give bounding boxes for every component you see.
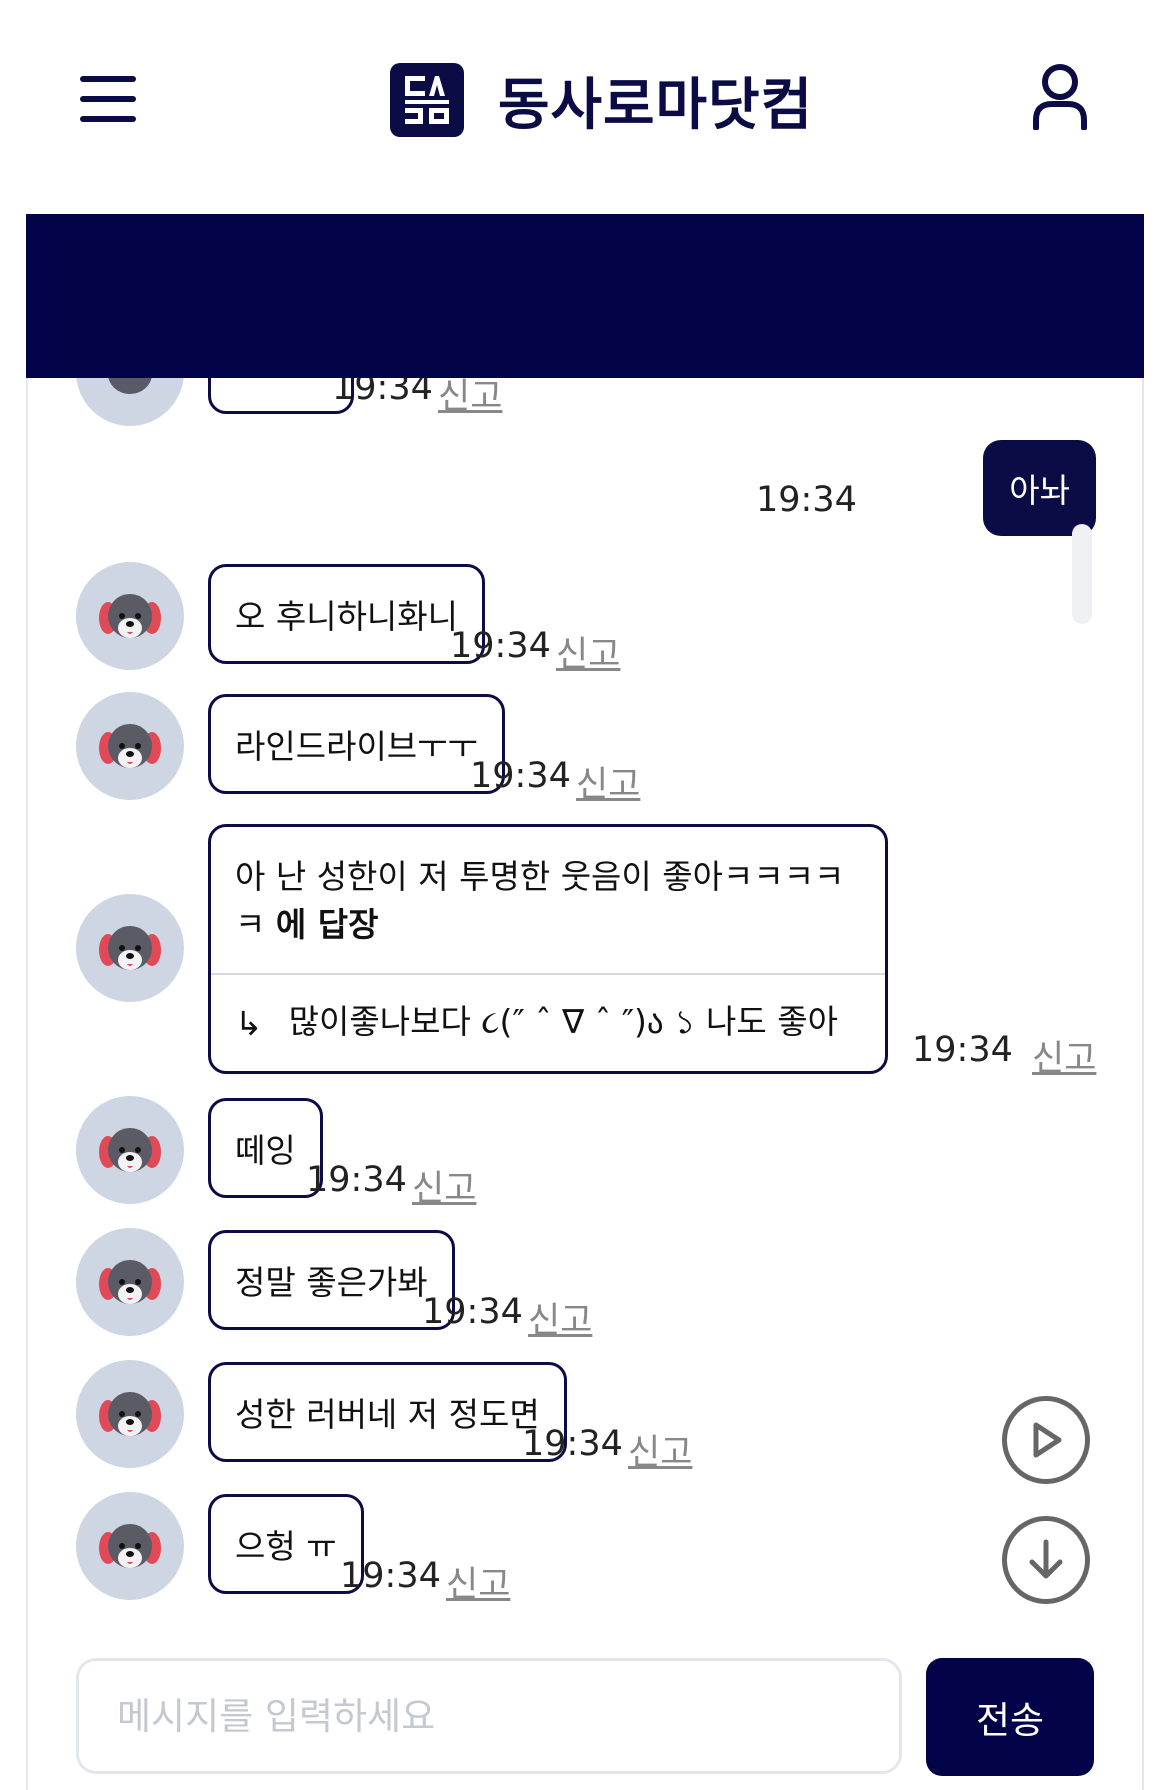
message-bubble: 라인드라이브ㅜㅜ	[208, 694, 505, 794]
quoted-text: 아 난 성한이 저 투명한 웃음이 좋아ㅋㅋㅋㅋ	[235, 857, 845, 896]
quoted-message: 아 난 성한이 저 투명한 웃음이 좋아ㅋㅋㅋㅋ ㅋ 에 답장	[211, 827, 885, 975]
list-item: 19:34 신고	[26, 378, 1144, 438]
report-link[interactable]: 신고	[628, 1424, 692, 1475]
list-item: 19:34 아놔	[26, 436, 1144, 536]
play-button[interactable]	[1002, 1396, 1090, 1484]
report-link[interactable]: 신고	[528, 1292, 592, 1343]
app-header: 동사로마닷컴	[0, 0, 1170, 200]
message-time: 19:34	[522, 1424, 623, 1464]
top-banner	[26, 214, 1144, 378]
list-item: 으헝 ㅠ 19:34 신고	[26, 1492, 1144, 1605]
avatar[interactable]	[76, 692, 184, 800]
arrow-down-icon	[1029, 1539, 1063, 1579]
logo-icon	[390, 63, 464, 137]
my-message-bubble: 아놔	[983, 440, 1096, 536]
reply-text: 많이좋나보다 ૮(″ ˆ ∇ ˆ ″)ა ১ 나도 좋아	[288, 1001, 838, 1041]
reply-arrow-icon: ↳	[235, 1003, 263, 1043]
list-item: 떼잉 19:34 신고	[26, 1096, 1144, 1209]
list-item: 정말 좋은가봐 19:34 신고	[26, 1228, 1144, 1341]
report-link[interactable]: 신고	[556, 626, 620, 677]
avatar[interactable]	[76, 1360, 184, 1468]
report-link[interactable]: 신고	[438, 378, 502, 419]
message-bubble: 정말 좋은가봐	[208, 1230, 455, 1330]
message-time: 19:34	[422, 1292, 523, 1332]
bear-avatar-icon	[99, 1524, 161, 1568]
report-link[interactable]: 신고	[446, 1556, 510, 1607]
avatar[interactable]	[76, 562, 184, 670]
message-bubble: 오 후니하니화니	[208, 564, 486, 664]
avatar[interactable]	[76, 1096, 184, 1204]
message-input-wrapper	[76, 1658, 902, 1774]
message-time: 19:34	[756, 480, 857, 520]
report-link[interactable]: 신고	[576, 756, 640, 807]
report-link[interactable]: 신고	[1032, 1030, 1096, 1081]
reply-message-bubble: 아 난 성한이 저 투명한 웃음이 좋아ㅋㅋㅋㅋ ㅋ 에 답장 ↳ 많이좋나보다…	[208, 824, 888, 1074]
message-time: 19:34	[340, 1556, 441, 1596]
avatar[interactable]	[76, 378, 184, 426]
message-list[interactable]: 19:34 신고 19:34 아놔 오 후니하니화니 19:34 신고 라인드라…	[26, 378, 1144, 1648]
bear-avatar-icon	[108, 378, 152, 394]
list-item: 아 난 성한이 저 투명한 웃음이 좋아ㅋㅋㅋㅋ ㅋ 에 답장 ↳ 많이좋나보다…	[26, 824, 1144, 1079]
reply-label: 에 답장	[275, 905, 379, 944]
message-time: 19:34	[450, 626, 551, 666]
brand[interactable]: 동사로마닷컴	[390, 63, 813, 138]
bear-avatar-icon	[99, 926, 161, 970]
bear-avatar-icon	[99, 1128, 161, 1172]
message-time: 19:34	[470, 756, 571, 796]
play-icon	[1033, 1422, 1062, 1458]
list-item: 오 후니하니화니 19:34 신고	[26, 562, 1144, 675]
message-input[interactable]	[79, 1661, 899, 1771]
list-item: 라인드라이브ㅜㅜ 19:34 신고	[26, 692, 1144, 805]
quoted-text-cont: ㅋ	[235, 905, 266, 944]
menu-icon[interactable]	[80, 76, 136, 122]
send-button[interactable]: 전송	[926, 1658, 1094, 1776]
scrollbar[interactable]	[1072, 524, 1092, 624]
bear-avatar-icon	[99, 724, 161, 768]
list-item: 성한 러버네 저 정도면 19:34 신고	[26, 1360, 1144, 1473]
bear-avatar-icon	[99, 1392, 161, 1436]
bear-avatar-icon	[99, 1260, 161, 1304]
message-time: 19:34	[306, 1160, 407, 1200]
scroll-down-button[interactable]	[1002, 1516, 1090, 1604]
avatar[interactable]	[76, 894, 184, 1002]
report-link[interactable]: 신고	[412, 1160, 476, 1211]
message-time: 19:34	[332, 378, 433, 408]
message-bubble: 성한 러버네 저 정도면	[208, 1362, 567, 1462]
bear-avatar-icon	[99, 594, 161, 638]
message-time: 19:34	[912, 1030, 1013, 1070]
reply-body: ↳ 많이좋나보다 ૮(″ ˆ ∇ ˆ ″)ა ১ 나도 좋아	[211, 975, 885, 1071]
avatar[interactable]	[76, 1228, 184, 1336]
user-icon[interactable]	[1030, 62, 1090, 131]
app-title: 동사로마닷컴	[498, 72, 814, 138]
avatar[interactable]	[76, 1492, 184, 1600]
